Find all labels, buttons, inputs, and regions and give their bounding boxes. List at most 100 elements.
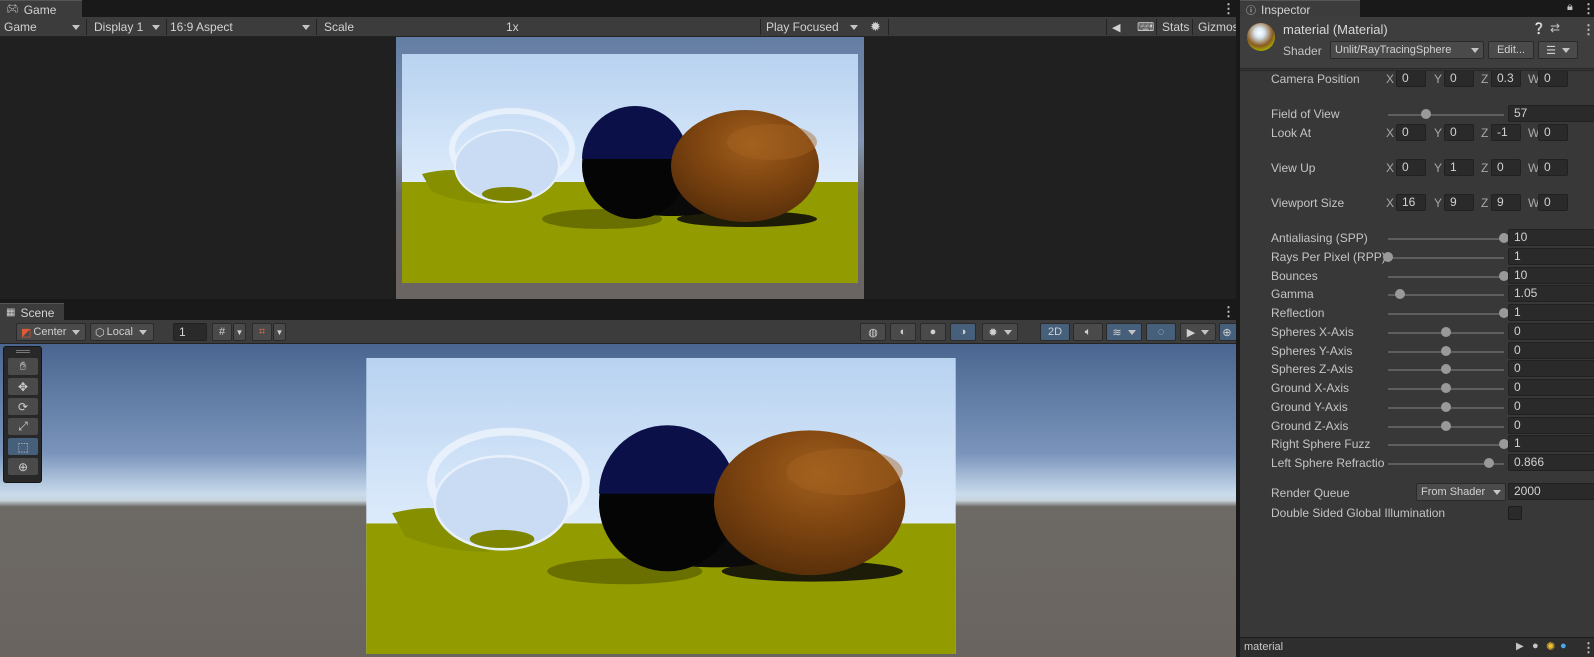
slider-value-reflection[interactable]: 1 — [1508, 304, 1594, 321]
game-more-icon[interactable]: ⋮ — [1222, 2, 1235, 15]
play-preview-icon[interactable]: ▶ — [1516, 641, 1524, 652]
vector-w-field[interactable]: 0 — [1538, 70, 1568, 87]
game-viewport[interactable] — [0, 37, 1236, 299]
keyboard-icon[interactable]: ⌨︎ — [1133, 18, 1158, 36]
slider-knob-rays-per-pixel-rpp[interactable] — [1383, 252, 1393, 262]
vector-y-field[interactable]: 0 — [1444, 124, 1474, 141]
grid-snap-dropdown-icon[interactable]: ▼ — [233, 323, 246, 341]
vector-x-field[interactable]: 0 — [1396, 159, 1426, 176]
slider-knob-spheres-x-axis[interactable] — [1441, 327, 1451, 337]
tab-inspector[interactable]: ⓘ Inspector — [1240, 0, 1360, 17]
preview-more-icon[interactable]: ⋮ — [1582, 641, 1594, 654]
scroll-indicator[interactable] — [1240, 70, 1594, 71]
slider-value-left-sphere-refractio[interactable]: 0.866 — [1508, 454, 1594, 471]
slider-knob-ground-y-axis[interactable] — [1441, 402, 1451, 412]
slider-value-rays-per-pixel-rpp[interactable]: 1 — [1508, 248, 1594, 265]
scene-more-icon[interactable]: ⋮ — [1222, 305, 1235, 318]
slider-track-gamma[interactable] — [1388, 294, 1504, 296]
bug-icon[interactable]: ✹ — [866, 18, 885, 36]
mute-audio-icon[interactable]: ◀︎ — [1108, 18, 1124, 36]
grid-size-field[interactable]: 1 — [173, 323, 207, 341]
slider-track-field-of-view[interactable] — [1388, 114, 1504, 116]
scale-tool-icon[interactable]: ⤢ — [8, 418, 38, 435]
vector-z-field[interactable]: -1 — [1491, 124, 1521, 141]
slider-knob-spheres-y-axis[interactable] — [1441, 346, 1451, 356]
render-queue-value[interactable]: 2000 — [1508, 483, 1594, 500]
slider-track-bounces[interactable] — [1388, 276, 1504, 278]
move-tool-icon[interactable]: ✥ — [8, 378, 38, 395]
vector-y-field[interactable]: 9 — [1444, 194, 1474, 211]
hand-tool-icon[interactable]: ✋︎ — [8, 358, 38, 375]
inspector-more-icon[interactable]: ⋮ — [1582, 2, 1594, 15]
slider-track-reflection[interactable] — [1388, 313, 1504, 315]
pivot-dropdown[interactable]: ◩ Center — [16, 323, 86, 341]
lock-icon[interactable]: 🔒︎ — [1567, 1, 1573, 14]
slider-track-rays-per-pixel-rpp[interactable] — [1388, 257, 1504, 259]
gizmos-dropdown[interactable]: Gizmos — [1194, 18, 1239, 36]
slider-value-right-sphere-fuzz[interactable]: 1 — [1508, 435, 1594, 452]
material-settings-dropdown[interactable]: ☰ — [1538, 41, 1578, 59]
tab-game[interactable]: 🎮︎ Game — [0, 0, 82, 17]
grid-snap-button[interactable]: # — [212, 323, 232, 341]
color-preview-icon[interactable]: ● — [1560, 640, 1567, 652]
slider-value-spheres-y-axis[interactable]: 0 — [1508, 342, 1594, 359]
vector-z-field[interactable]: 0 — [1491, 159, 1521, 176]
render-queue-dropdown[interactable]: From Shader — [1416, 483, 1506, 501]
rotate-tool-icon[interactable]: ⟳ — [8, 398, 38, 415]
slider-value-bounces[interactable]: 10 — [1508, 267, 1594, 284]
tab-scene[interactable]: ▦ Scene — [0, 303, 64, 320]
preset-icon[interactable]: ⇄ — [1550, 21, 1560, 35]
slider-knob-ground-x-axis[interactable] — [1441, 383, 1451, 393]
preview-bar[interactable]: material ▶ ● ✺ ● ⋮ — [1240, 637, 1594, 657]
vector-w-field[interactable]: 0 — [1538, 124, 1568, 141]
slider-value-ground-y-axis[interactable]: 0 — [1508, 398, 1594, 415]
vector-w-field[interactable]: 0 — [1538, 194, 1568, 211]
slider-knob-gamma[interactable] — [1395, 289, 1405, 299]
slider-knob-field-of-view[interactable] — [1421, 109, 1431, 119]
vector-x-field[interactable]: 16 — [1396, 194, 1426, 211]
palette-drag-handle[interactable] — [16, 350, 30, 353]
effects-dropdown[interactable]: ≋ — [1106, 323, 1142, 341]
edit-shader-button[interactable]: Edit... — [1488, 41, 1534, 59]
slider-value-ground-x-axis[interactable]: 0 — [1508, 379, 1594, 396]
play-mode-dropdown[interactable]: Play Focused — [762, 18, 862, 36]
sphere-preview-icon[interactable]: ● — [1532, 640, 1539, 652]
shader-dropdown[interactable]: Unlit/RayTracingSphere — [1330, 41, 1484, 59]
shaded-wireframe-icon[interactable]: ◐ — [890, 323, 916, 341]
help-icon[interactable]: ❔ — [1532, 22, 1546, 35]
double-sided-gi-checkbox[interactable] — [1508, 506, 1522, 520]
lit-shading-icon[interactable]: ◑ — [950, 323, 976, 341]
slider-track-antialiasing-spp[interactable] — [1388, 238, 1504, 240]
stats-button[interactable]: Stats — [1158, 18, 1193, 36]
slider-value-antialiasing-spp[interactable]: 10 — [1508, 229, 1594, 246]
transform-tool-icon[interactable]: ⊕ — [8, 458, 38, 475]
vector-x-field[interactable]: 0 — [1396, 124, 1426, 141]
slider-track-right-sphere-fuzz[interactable] — [1388, 444, 1504, 446]
increment-snap-dropdown-icon[interactable]: ▼ — [273, 323, 286, 341]
camera-dropdown[interactable]: ▶ — [1180, 323, 1216, 341]
wireframe-shading-icon[interactable]: ◍ — [860, 323, 886, 341]
vector-y-field[interactable]: 0 — [1444, 70, 1474, 87]
vector-w-field[interactable]: 0 — [1538, 159, 1568, 176]
aspect-dropdown[interactable]: 16:9 Aspect — [166, 18, 314, 36]
space-dropdown[interactable]: ⬡ Local — [90, 323, 154, 341]
vector-z-field[interactable]: 0.3 — [1491, 70, 1521, 87]
visibility-icon[interactable]: ◌ — [1146, 323, 1176, 341]
display-dropdown[interactable]: Display 1 — [90, 18, 164, 36]
slider-value-gamma[interactable]: 1.05 — [1508, 285, 1594, 302]
debug-draw-dropdown[interactable]: ✹ — [982, 323, 1018, 341]
shaded-icon[interactable]: ● — [920, 323, 946, 341]
slider-knob-ground-z-axis[interactable] — [1441, 421, 1451, 431]
audio-toggle-icon[interactable]: 🔈︎ — [1073, 323, 1103, 341]
slider-value-field-of-view[interactable]: 57 — [1508, 105, 1594, 122]
increment-snap-button[interactable]: ⌗ — [252, 323, 272, 341]
game-view-dropdown[interactable]: Game — [0, 18, 84, 36]
mode-2d-button[interactable]: 2D — [1040, 323, 1070, 341]
slider-value-spheres-x-axis[interactable]: 0 — [1508, 323, 1594, 340]
material-more-icon[interactable]: ⋮ — [1582, 23, 1594, 36]
slider-value-ground-z-axis[interactable]: 0 — [1508, 417, 1594, 434]
rect-tool-icon[interactable]: ⬚ — [8, 438, 38, 455]
slider-knob-spheres-z-axis[interactable] — [1441, 364, 1451, 374]
vector-z-field[interactable]: 9 — [1491, 194, 1521, 211]
light-preview-icon[interactable]: ✺ — [1546, 640, 1555, 653]
